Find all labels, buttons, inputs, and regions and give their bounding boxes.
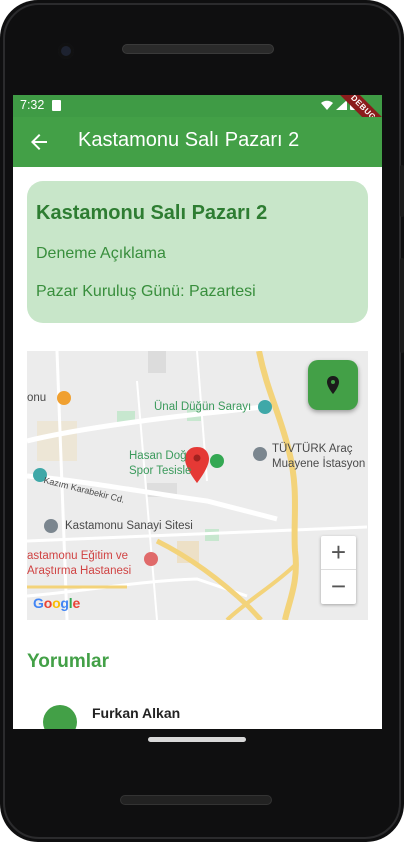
market-founding-day: Pazar Kuruluş Günü: Pazartesi xyxy=(36,283,256,300)
location-pin-icon xyxy=(327,376,339,394)
comment-user-name: Furkan Alkan xyxy=(92,705,181,721)
google-attribution: Google xyxy=(33,595,81,611)
avatar xyxy=(43,705,77,729)
app-bar: Kastamonu Salı Pazarı 2 xyxy=(13,117,382,167)
bottom-speaker xyxy=(120,795,272,805)
map-view[interactable]: onu Ünal Düğün Sarayı TÜVTÜRK Araç Muaye… xyxy=(27,351,368,620)
phone-frame: 7:32 DEBUG Kastamonu Salı Pazarı 2 Kasta… xyxy=(0,0,404,842)
page-title: Kastamonu Salı Pazarı 2 xyxy=(78,129,300,151)
front-camera xyxy=(58,43,74,59)
map-label-sports-2: Spor Tesisle xyxy=(129,465,192,477)
back-arrow-icon[interactable] xyxy=(27,130,51,154)
map-label-tuvturk: TÜVTÜRK Araç xyxy=(272,443,353,455)
market-info-card: Kastamonu Salı Pazarı 2 Deneme Açıklama … xyxy=(27,181,368,323)
zoom-controls: + − xyxy=(321,536,356,604)
volume-button xyxy=(400,258,404,353)
map-label-tuvturk-2: Muayene İstasyon xyxy=(272,458,366,470)
zoom-in-button[interactable]: + xyxy=(321,536,356,570)
comments-section-title: Yorumlar xyxy=(27,651,110,672)
status-bar: 7:32 DEBUG xyxy=(13,95,382,141)
map-label-sports: Hasan Doğ xyxy=(129,450,187,462)
map-label-hospital: astamonu Eğitim ve xyxy=(27,550,128,562)
market-title: Kastamonu Salı Pazarı 2 xyxy=(36,202,268,224)
map-label-industrial: Kastamonu Sanayi Sitesi xyxy=(65,520,193,532)
sd-card-icon xyxy=(52,100,61,111)
map-label-cafe: onu xyxy=(27,392,47,404)
map-location-button[interactable] xyxy=(308,360,358,410)
map-label-wedding-hall: Ünal Düğün Sarayı xyxy=(154,401,252,413)
wifi-icon xyxy=(321,100,333,110)
top-speaker xyxy=(122,44,274,54)
zoom-out-button[interactable]: − xyxy=(321,570,356,604)
map-label-hospital-2: Araştırma Hastanesi xyxy=(27,565,132,577)
power-button xyxy=(400,165,404,217)
app-screen: 7:32 DEBUG Kastamonu Salı Pazarı 2 Kasta… xyxy=(13,95,382,729)
market-description: Deneme Açıklama xyxy=(36,245,166,262)
status-time: 7:32 xyxy=(20,98,45,112)
home-gesture-bar[interactable] xyxy=(148,737,246,742)
